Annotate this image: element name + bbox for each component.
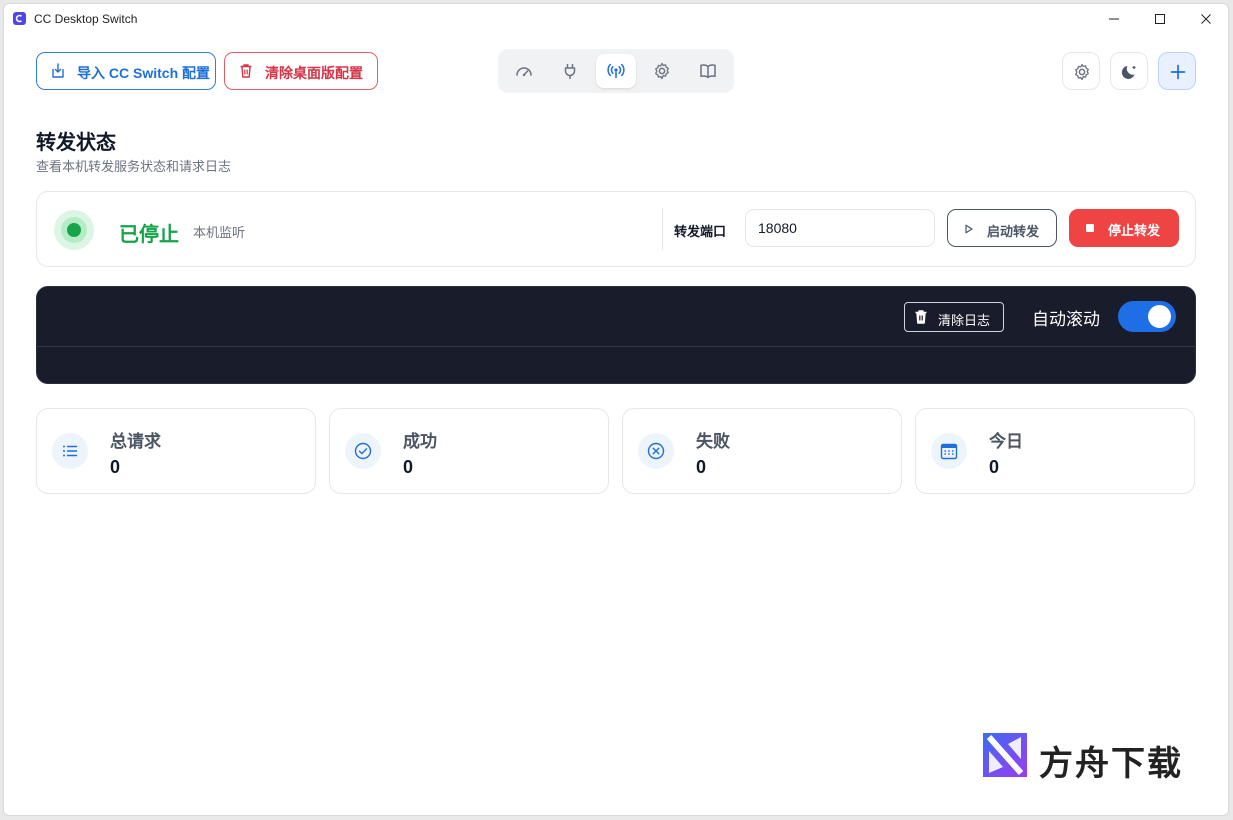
status-indicator-icon [54, 210, 94, 250]
x-circle-icon [638, 433, 674, 469]
theme-toggle-button[interactable] [1110, 52, 1148, 90]
check-circle-icon [345, 433, 381, 469]
add-button[interactable] [1158, 52, 1196, 90]
import-cc-switch-button[interactable]: 导入 CC Switch 配置 [36, 52, 216, 90]
import-icon [51, 63, 65, 82]
divider [662, 208, 663, 250]
clear-config-label: 清除桌面版配置 [265, 65, 363, 81]
page-subtitle: 查看本机转发服务状态和请求日志 [36, 159, 232, 174]
dashboard-icon [516, 67, 532, 77]
gear-icon [1075, 63, 1089, 81]
stat-label: 失败 [696, 432, 730, 451]
stat-value: 0 [110, 457, 121, 477]
window-title: CC Desktop Switch [34, 12, 138, 26]
nav-settings[interactable] [642, 54, 682, 88]
moon-icon [1121, 66, 1136, 79]
book-icon [700, 64, 716, 79]
port-label: 转发端口 [674, 224, 727, 239]
play-icon [965, 224, 973, 234]
stat-label: 成功 [403, 432, 437, 451]
stat-value: 0 [696, 457, 707, 477]
calendar-icon [931, 433, 967, 469]
list-icon [52, 433, 88, 469]
title-bar: CC Desktop Switch [4, 4, 1228, 36]
forwarding-status-card: 已停止 本机监听 转发端口 启动转发 停止转发 [36, 191, 1196, 267]
plus-icon [1170, 64, 1186, 80]
watermark: 方舟下载 [981, 730, 1196, 783]
stop-icon [1086, 224, 1094, 232]
nav-dashboard[interactable] [504, 54, 544, 88]
trash-icon [915, 310, 927, 324]
autoscroll-toggle[interactable] [1118, 301, 1176, 332]
stat-card-failed: 失败 0 [622, 408, 902, 494]
maximize-button[interactable] [1137, 4, 1183, 34]
nav-docs[interactable] [688, 54, 728, 88]
request-log-panel: 清除日志 自动滚动 [36, 286, 1196, 384]
stat-label: 今日 [989, 432, 1023, 451]
status-mode: 本机监听 [193, 225, 246, 240]
port-input[interactable] [745, 209, 935, 247]
toggle-knob [1148, 305, 1171, 328]
broadcast-icon [607, 63, 625, 78]
stop-forwarding-button[interactable]: 停止转发 [1069, 209, 1179, 247]
page-title: 转发状态 [36, 132, 116, 154]
autoscroll-label: 自动滚动 [1032, 310, 1100, 329]
start-button-label: 启动转发 [987, 224, 1040, 239]
app-window: CC Desktop Switch 导入 CC Switch 配置 清除桌面版配… [3, 3, 1229, 816]
watermark-logo-icon [983, 733, 1027, 777]
stop-button-label: 停止转发 [1108, 223, 1161, 238]
app-logo-icon [13, 12, 26, 25]
clear-log-label: 清除日志 [938, 313, 991, 328]
clear-desktop-config-button[interactable]: 清除桌面版配置 [224, 52, 378, 90]
clear-log-button[interactable]: 清除日志 [904, 302, 1004, 332]
settings-button[interactable] [1062, 52, 1100, 90]
stat-card-success: 成功 0 [329, 408, 609, 494]
watermark-text: 方舟下载 [1039, 745, 1183, 783]
stat-card-today: 今日 0 [915, 408, 1195, 494]
stat-value: 0 [403, 457, 414, 477]
log-divider [37, 346, 1195, 347]
close-button[interactable] [1183, 4, 1228, 34]
settings-icon [655, 62, 669, 80]
minimize-button[interactable] [1091, 4, 1137, 34]
stat-card-total: 总请求 0 [36, 408, 316, 494]
status-state: 已停止 [119, 224, 179, 246]
nav-forwarding[interactable] [596, 54, 636, 88]
trash-icon [239, 63, 253, 82]
stat-label: 总请求 [110, 432, 161, 451]
nav-plugins[interactable] [550, 54, 590, 88]
plug-icon [564, 64, 576, 79]
import-button-label: 导入 CC Switch 配置 [77, 65, 211, 81]
main-nav [498, 49, 734, 93]
start-forwarding-button[interactable]: 启动转发 [947, 209, 1057, 247]
stat-value: 0 [989, 457, 1000, 477]
